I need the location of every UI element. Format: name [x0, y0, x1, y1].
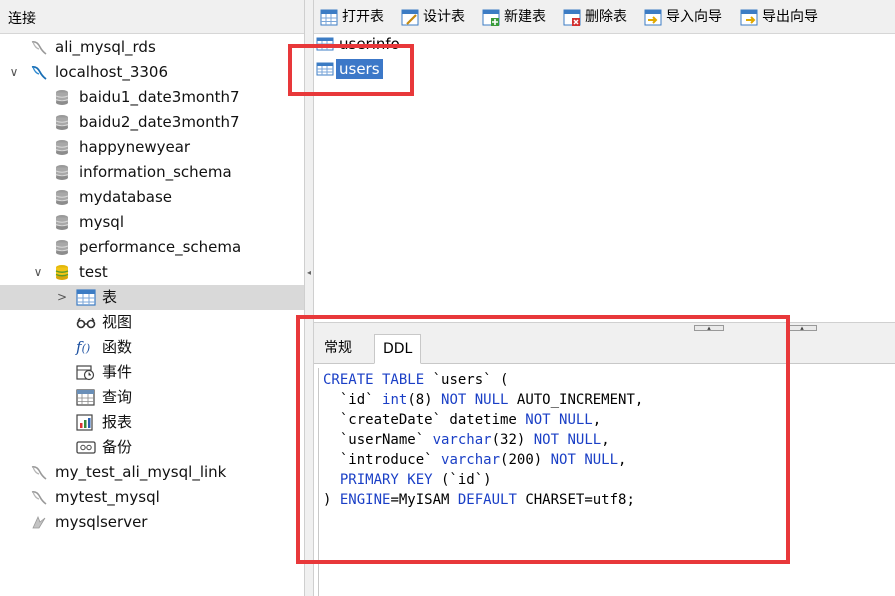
database-open-icon	[53, 264, 71, 281]
database-icon	[53, 189, 71, 206]
tree-item-label: 报表	[102, 413, 133, 431]
mysql-connection-icon	[30, 464, 48, 481]
sqlserver-connection-icon	[30, 514, 48, 531]
ddl-viewer[interactable]: CREATE TABLE `users` ( `id` int(8) NOT N…	[318, 368, 895, 596]
tree-item-mysqlserver[interactable]: mysqlserver	[0, 510, 304, 535]
table-list: userinfo users	[314, 34, 895, 324]
database-icon	[53, 139, 71, 156]
tree-item-label: baidu1_date3month7	[79, 88, 240, 106]
chevron-down-icon[interactable]: ∨	[7, 60, 21, 85]
query-icon	[76, 389, 95, 406]
chevron-right-icon[interactable]: >	[55, 285, 69, 310]
tree-item-mytest-mysql[interactable]: mytest_mysql	[0, 485, 304, 510]
delete-table-icon	[563, 9, 581, 26]
tree-item-label: baidu2_date3month7	[79, 113, 240, 131]
tree-item-views[interactable]: 视图	[0, 310, 304, 335]
collapse-down-icon[interactable]: ▴	[787, 325, 817, 332]
function-icon: f()	[76, 338, 91, 356]
tree-item-label: happynewyear	[79, 138, 191, 156]
tree-item-ali-mysql-rds[interactable]: ali_mysql_rds	[0, 35, 304, 60]
tree-item-database[interactable]: information_schema	[0, 160, 304, 185]
tree-item-test[interactable]: ∨ test	[0, 260, 304, 285]
design-table-icon	[401, 9, 419, 26]
mysql-connection-icon	[30, 489, 48, 506]
tree-item-label: 事件	[102, 363, 133, 381]
new-table-icon	[482, 9, 500, 26]
import-icon	[644, 9, 662, 26]
tree-item-label: 表	[102, 288, 118, 306]
open-table-icon	[320, 9, 338, 26]
database-icon	[53, 164, 71, 181]
tree-item-database[interactable]: baidu1_date3month7	[0, 85, 304, 110]
object-toolbar: 打开表 设计表 新建表 删除表 导入向导 导出向导	[314, 0, 895, 34]
tree-item-label: localhost_3306	[55, 63, 169, 81]
mysql-connection-icon	[30, 39, 48, 56]
table-item-label: users	[336, 59, 383, 79]
tree-item-events[interactable]: 事件	[0, 360, 304, 385]
tree-item-label: 查询	[102, 388, 133, 406]
tree-item-label: mydatabase	[79, 188, 173, 206]
collapse-left-icon[interactable]: ◂	[307, 268, 312, 282]
tree-item-label: mysqlserver	[55, 513, 148, 531]
connection-panel-title: 连接	[8, 11, 36, 27]
tree-item-label: information_schema	[79, 163, 232, 181]
tree-item-database[interactable]: mydatabase	[0, 185, 304, 210]
tree-item-label: 视图	[102, 313, 133, 331]
table-item-label: userinfo	[339, 35, 400, 53]
database-icon	[53, 89, 71, 106]
tree-item-label: mytest_mysql	[55, 488, 160, 506]
collapse-up-icon[interactable]: ▴	[694, 325, 724, 332]
tree-item-label: mysql	[79, 213, 124, 231]
tree-item-label: 备份	[102, 438, 133, 456]
database-icon	[53, 239, 71, 256]
tree-item-functions[interactable]: f() 函数	[0, 335, 304, 360]
glasses-icon	[76, 314, 96, 331]
ddl-code: CREATE TABLE `users` ( `id` int(8) NOT N…	[323, 372, 644, 508]
backup-icon	[76, 439, 96, 456]
tree-item-tables[interactable]: > 表	[0, 285, 304, 310]
database-icon	[53, 214, 71, 231]
tree-item-database[interactable]: baidu2_date3month7	[0, 110, 304, 135]
database-icon	[53, 114, 71, 131]
table-icon	[316, 37, 334, 51]
panel-splitter[interactable]: ◂	[304, 0, 314, 596]
tree-item-localhost-3306[interactable]: ∨ localhost_3306	[0, 60, 304, 85]
preview-tabs: 常规 DDL	[314, 332, 895, 364]
event-icon	[76, 364, 95, 381]
mysql-connection-icon	[30, 64, 48, 81]
connection-panel-header: 连接	[0, 0, 304, 34]
tree-item-label: my_test_ali_mysql_link	[55, 463, 227, 481]
report-icon	[76, 414, 94, 431]
tree-item-label: ali_mysql_rds	[55, 38, 156, 56]
tree-item-database[interactable]: mysql	[0, 210, 304, 235]
tree-item-backups[interactable]: 备份	[0, 435, 304, 460]
chevron-down-icon[interactable]: ∨	[31, 260, 45, 285]
tree-item-label: performance_schema	[79, 238, 242, 256]
connection-panel: 连接 ali_mysql_rds ∨ localhost_3306 baidu1…	[0, 0, 304, 596]
table-icon	[76, 289, 96, 306]
table-icon	[316, 62, 334, 76]
tree-item-label: 函数	[102, 338, 133, 356]
export-icon	[740, 9, 758, 26]
tree-item-queries[interactable]: 查询	[0, 385, 304, 410]
tab-ddl[interactable]: DDL	[374, 334, 422, 364]
tree-item-database[interactable]: performance_schema	[0, 235, 304, 260]
tree-item-reports[interactable]: 报表	[0, 410, 304, 435]
tree-item-database[interactable]: happynewyear	[0, 135, 304, 160]
preview-splitter[interactable]: ▴ ▴	[314, 322, 895, 332]
tab-general[interactable]: 常规	[316, 334, 360, 364]
tree-item-label: test	[79, 263, 108, 281]
tree-item-my-test-ali-mysql-link[interactable]: my_test_ali_mysql_link	[0, 460, 304, 485]
